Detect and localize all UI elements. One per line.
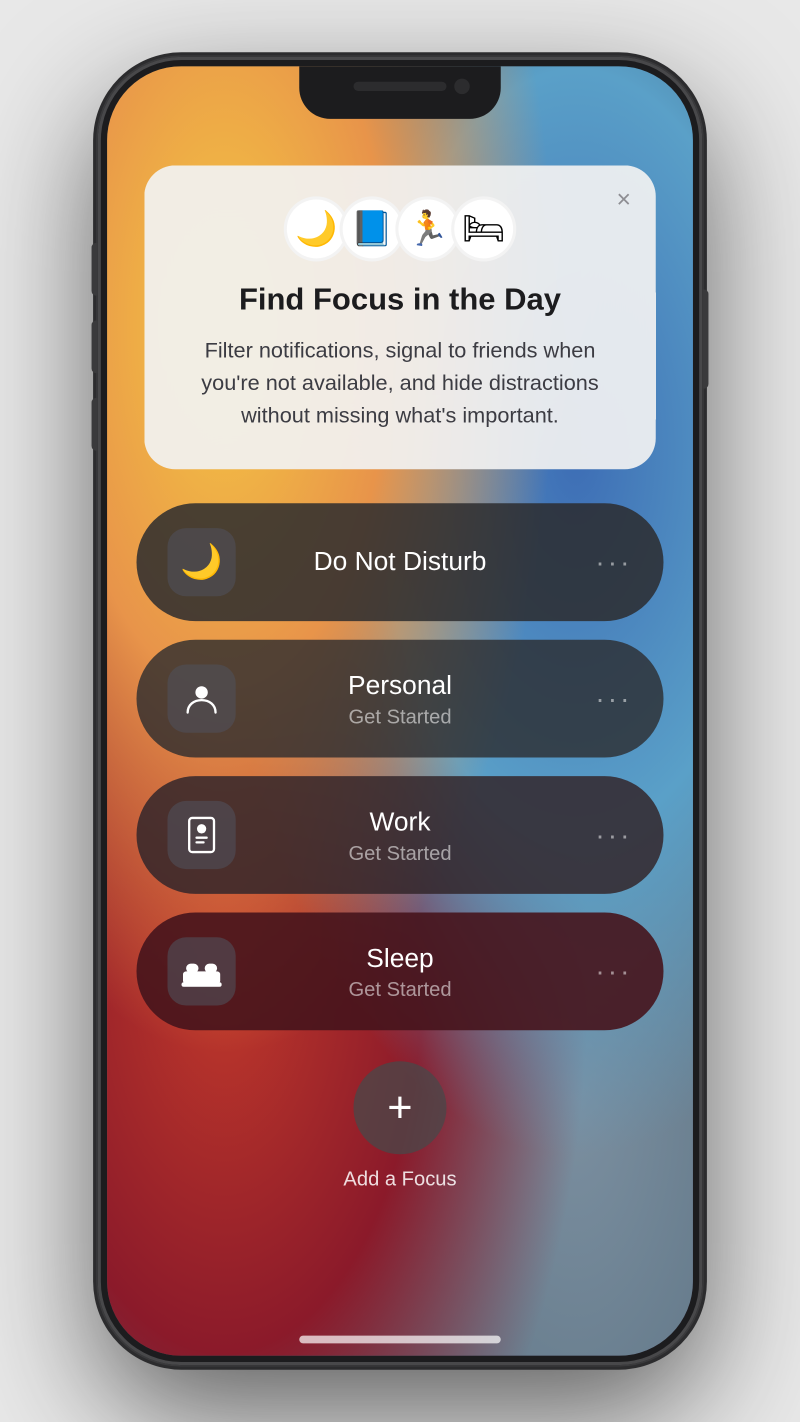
info-card: × 🌙 📘 🏃 🛏 Find Focus in the Day Filter n… [144, 165, 656, 469]
dnd-name: Do Not Disturb [236, 547, 565, 578]
sleep-more[interactable]: ··· [595, 955, 632, 988]
work-icon [168, 801, 236, 869]
speaker [354, 82, 447, 91]
focus-item-sleep[interactable]: Sleep Get Started ··· [137, 913, 664, 1031]
home-indicator [299, 1336, 501, 1344]
screen-content: × 🌙 📘 🏃 🛏 Find Focus in the Day Filter n… [107, 66, 693, 1356]
bed-icon: 🛏 [451, 196, 516, 261]
sleep-focus-icon [168, 937, 236, 1005]
work-name: Work [236, 806, 565, 837]
focus-icons-row: 🌙 📘 🏃 🛏 [181, 196, 618, 261]
work-text: Work Get Started [236, 806, 565, 863]
focus-item-dnd[interactable]: 🌙 Do Not Disturb ··· [137, 503, 664, 621]
dnd-text: Do Not Disturb [236, 547, 565, 578]
personal-sub: Get Started [236, 704, 565, 727]
personal-text: Personal Get Started [236, 670, 565, 727]
add-plus-icon: + [387, 1083, 412, 1133]
notch [299, 66, 501, 119]
add-focus-button[interactable]: + Add a Focus [343, 1061, 456, 1190]
sleep-text: Sleep Get Started [236, 943, 565, 1000]
focus-list: 🌙 Do Not Disturb ··· [137, 503, 664, 1030]
personal-icon [168, 665, 236, 733]
personal-more[interactable]: ··· [595, 682, 632, 715]
work-sub: Get Started [236, 840, 565, 863]
dnd-icon: 🌙 [168, 528, 236, 596]
focus-item-personal[interactable]: Personal Get Started ··· [137, 640, 664, 758]
card-title: Find Focus in the Day [181, 283, 618, 319]
personal-name: Personal [236, 670, 565, 701]
focus-item-work[interactable]: Work Get Started ··· [137, 776, 664, 894]
phone-outer: × 🌙 📘 🏃 🛏 Find Focus in the Day Filter n… [98, 57, 703, 1365]
phone-frame: × 🌙 📘 🏃 🛏 Find Focus in the Day Filter n… [98, 57, 703, 1365]
add-focus-label: Add a Focus [343, 1167, 456, 1190]
work-more[interactable]: ··· [595, 819, 632, 852]
add-circle-icon: + [354, 1061, 447, 1154]
card-description: Filter notifications, signal to friends … [181, 334, 618, 432]
dnd-more[interactable]: ··· [595, 546, 632, 579]
close-button[interactable]: × [616, 187, 630, 215]
sleep-sub: Get Started [236, 977, 565, 1000]
camera [454, 79, 470, 95]
screen: × 🌙 📘 🏃 🛏 Find Focus in the Day Filter n… [107, 66, 693, 1356]
sleep-name: Sleep [236, 943, 565, 974]
